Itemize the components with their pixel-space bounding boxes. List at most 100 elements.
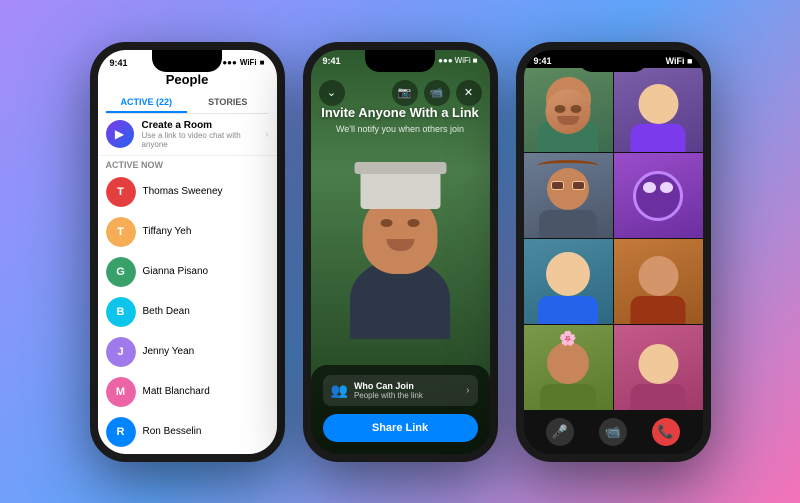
time-2: 9:41 [323, 56, 341, 66]
contact-ryan[interactable]: R Ryan McLaughli [98, 452, 277, 462]
video-cell-7: 🌸 [524, 325, 613, 410]
face-8 [638, 344, 678, 384]
signal-icon-2: ●●● [438, 56, 453, 65]
video-cell-3 [524, 153, 613, 238]
time-1: 9:41 [110, 58, 128, 68]
share-link-button[interactable]: Share Link [323, 414, 478, 442]
tab-bar: ACTIVE (22) STORIES [106, 93, 269, 114]
phone-3: 9:41 WiFi ■ [516, 42, 711, 462]
contact-gianna[interactable]: G Gianna Pisano [98, 252, 277, 292]
who-can-join-title: Who Can Join [354, 381, 460, 391]
contact-matt[interactable]: M Matt Blanchard [98, 372, 277, 412]
chevron-right-icon-2: › [466, 385, 469, 396]
status-icons-1: ●●● WiFi ■ [222, 58, 264, 67]
contact-beth[interactable]: B Beth Dean [98, 292, 277, 332]
end-call-button[interactable]: 📞 [652, 418, 680, 446]
close-button[interactable]: ✕ [456, 80, 482, 106]
back-button[interactable]: ⌄ [319, 80, 345, 106]
body-8 [631, 384, 686, 410]
contact-name-jenny: Jenny Yean [143, 346, 195, 357]
face-2 [638, 84, 678, 124]
avatar-beth: B [106, 297, 136, 327]
ar-face-4 [633, 171, 683, 221]
signal-icon: ●●● [222, 58, 237, 67]
contact-jenny[interactable]: J Jenny Yean [98, 332, 277, 372]
bottom-panel: 👥 Who Can Join People with the link › Sh… [311, 365, 490, 454]
invite-overlay: Invite Anyone With a Link We'll notify y… [311, 105, 490, 135]
mute-button[interactable]: 🎤 [546, 418, 574, 446]
video-cell-5 [524, 239, 613, 324]
hat [360, 169, 440, 209]
body-7 [540, 384, 596, 410]
active-now-label: ACTIVE NOW [98, 156, 277, 172]
video-cell-8 [614, 325, 703, 410]
people-header: People [98, 70, 277, 93]
avatar-jenny: J [106, 337, 136, 367]
contact-name-gianna: Gianna Pisano [143, 266, 209, 277]
battery-icon: ■ [260, 58, 265, 67]
phone-2: 9:41 ●●● WiFi ■ ⌄ 📷 📹 ✕ Invite Anyone Wi… [303, 42, 498, 462]
contact-name-ron: Ron Besselin [143, 426, 202, 437]
battery-icon-2: ■ [473, 56, 478, 65]
phone2-status-bar: 9:41 ●●● WiFi ■ [323, 56, 478, 66]
phone3-screen: 9:41 WiFi ■ [524, 50, 703, 454]
who-can-join-row[interactable]: 👥 Who Can Join People with the link › [323, 375, 478, 406]
status-bar-1: 9:41 ●●● WiFi ■ [98, 52, 277, 70]
invite-title: Invite Anyone With a Link [311, 105, 490, 122]
invite-subtitle: We'll notify you when others join [311, 124, 490, 134]
video-cell-4 [614, 153, 703, 238]
group-icon: 👥 [331, 382, 348, 399]
video-toggle-button[interactable]: 📹 [599, 418, 627, 446]
avatar-ryan: R [106, 457, 136, 462]
contact-tiffany[interactable]: T Tiffany Yeh [98, 212, 277, 252]
body-6 [631, 296, 686, 324]
face-5 [546, 252, 590, 296]
contact-name-beth: Beth Dean [143, 306, 190, 317]
contact-thomas[interactable]: T Thomas Sweeney [98, 172, 277, 212]
avatar-gianna: G [106, 257, 136, 287]
eye-left [381, 219, 393, 227]
mouth [386, 239, 414, 251]
top-controls: ⌄ 📷 📹 ✕ [319, 80, 482, 106]
status-icons-2: ●●● WiFi ■ [438, 56, 477, 65]
wifi-icon-2: WiFi [455, 56, 471, 65]
who-can-join-subtitle: People with the link [354, 391, 460, 400]
body-3 [539, 210, 597, 238]
hat-brim [354, 162, 446, 174]
video-button[interactable]: 📹 [424, 80, 450, 106]
create-room-item[interactable]: ▶ Create a Room Use a link to video chat… [98, 114, 277, 156]
avatar-thomas: T [106, 177, 136, 207]
face-6 [638, 256, 678, 296]
body-2 [631, 124, 686, 152]
eye-right [408, 219, 420, 227]
face-3-ar [547, 168, 589, 210]
head-silhouette [363, 194, 438, 274]
chevron-right-icon: › [265, 129, 268, 140]
room-title: Create a Room [142, 120, 258, 131]
avatar-ron: R [106, 417, 136, 447]
video-cell-2 [614, 68, 703, 153]
contact-name-matt: Matt Blanchard [143, 386, 210, 397]
phone3-status-bar: 9:41 WiFi ■ [524, 50, 703, 68]
avatar-matt: M [106, 377, 136, 407]
right-controls: 📷 📹 ✕ [392, 80, 482, 106]
face-7-ar: 🌸 [547, 342, 589, 384]
body-5 [538, 296, 598, 324]
contact-name-tiffany: Tiffany Yeh [143, 226, 192, 237]
phone1-screen: 9:41 ●●● WiFi ■ People ACTIVE (22) STORI… [98, 50, 277, 454]
time-3: 9:41 [534, 56, 552, 66]
person-video-feed [340, 139, 460, 339]
contact-ron[interactable]: R Ron Besselin [98, 412, 277, 452]
wifi-icon: WiFi [240, 58, 257, 67]
tab-stories[interactable]: STORIES [187, 93, 269, 113]
video-cell-1 [524, 68, 613, 153]
phone2-screen: 9:41 ●●● WiFi ■ ⌄ 📷 📹 ✕ Invite Anyone Wi… [311, 50, 490, 454]
room-icon: ▶ [106, 120, 134, 148]
camera-button[interactable]: 📷 [392, 80, 418, 106]
phone-1: 9:41 ●●● WiFi ■ People ACTIVE (22) STORI… [90, 42, 285, 462]
status-icons-3: WiFi ■ [666, 56, 693, 66]
room-subtitle: Use a link to video chat with anyone [142, 131, 258, 149]
video-grid: 🌸 [524, 68, 703, 410]
call-controls-bar: 🎤 📹 📞 [524, 410, 703, 454]
tab-active[interactable]: ACTIVE (22) [106, 93, 188, 113]
